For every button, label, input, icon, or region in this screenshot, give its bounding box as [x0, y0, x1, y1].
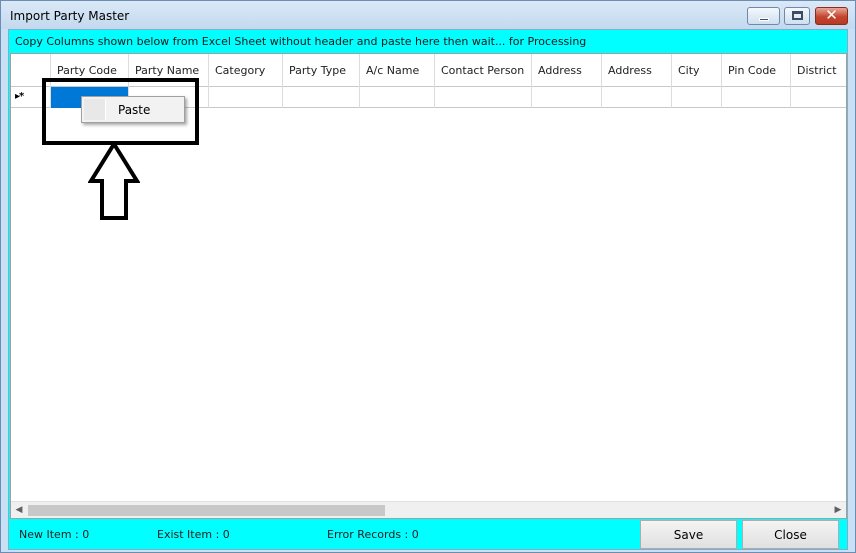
- save-button[interactable]: Save: [640, 520, 737, 549]
- scrollbar-thumb[interactable]: [28, 505, 385, 516]
- context-menu: Paste: [81, 96, 185, 123]
- menu-icon-gutter: [84, 99, 106, 120]
- window-title: Import Party Master: [10, 9, 130, 23]
- title-bar[interactable]: Import Party Master ✕: [1, 1, 855, 29]
- maximize-button[interactable]: [784, 7, 810, 25]
- column-header-district[interactable]: District: [791, 54, 846, 87]
- cell-address-1[interactable]: [532, 87, 602, 108]
- minimize-icon: [759, 18, 769, 21]
- close-icon: ✕: [825, 6, 838, 24]
- column-header-party-type[interactable]: Party Type: [283, 54, 360, 87]
- cell-party-type[interactable]: [283, 87, 360, 108]
- error-records-count: Error Records : 0: [327, 528, 419, 541]
- import-party-master-window: Import Party Master ✕ Copy Columns shown…: [0, 0, 856, 553]
- column-header-contact-person[interactable]: Contact Person: [435, 54, 532, 87]
- cell-address-2[interactable]: [602, 87, 672, 108]
- up-arrow-icon: [88, 141, 140, 220]
- cell-ac-name[interactable]: [360, 87, 435, 108]
- close-window-button[interactable]: ✕: [815, 6, 848, 25]
- cell-pin-code[interactable]: [722, 87, 791, 108]
- column-header-address-1[interactable]: Address: [532, 54, 602, 87]
- scroll-left-icon[interactable]: ◀: [12, 504, 26, 516]
- maximize-icon: [792, 11, 803, 20]
- new-row-indicator-icon: ▸*: [15, 91, 24, 102]
- paste-menu-item[interactable]: Paste: [118, 103, 150, 117]
- horizontal-scrollbar[interactable]: ◀ ▶: [11, 501, 846, 518]
- cell-contact-person[interactable]: [435, 87, 532, 108]
- exist-item-count: Exist Item : 0: [157, 528, 230, 541]
- cell-district[interactable]: [791, 87, 846, 108]
- minimize-button[interactable]: [747, 7, 780, 25]
- column-header-pin-code[interactable]: Pin Code: [722, 54, 791, 87]
- column-header-address-2[interactable]: Address: [602, 54, 672, 87]
- instruction-text: Copy Columns shown below from Excel Shee…: [15, 35, 587, 48]
- close-button[interactable]: Close: [742, 520, 839, 549]
- column-header-city[interactable]: City: [672, 54, 722, 87]
- cell-category[interactable]: [209, 87, 283, 108]
- column-header-ac-name[interactable]: A/c Name: [360, 54, 435, 87]
- scroll-right-icon[interactable]: ▶: [831, 504, 845, 516]
- column-header-category[interactable]: Category: [209, 54, 283, 87]
- cell-city[interactable]: [672, 87, 722, 108]
- new-item-count: New Item : 0: [19, 528, 90, 541]
